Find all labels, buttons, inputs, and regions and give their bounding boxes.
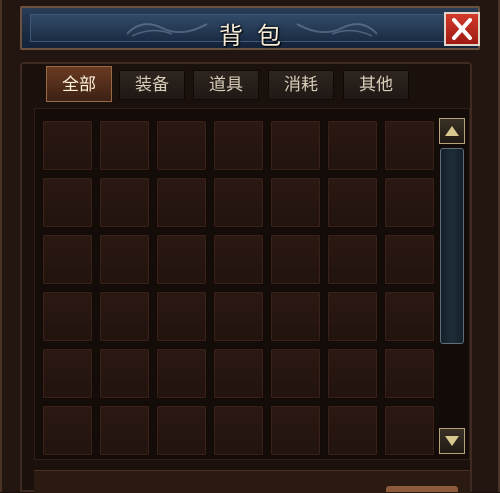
inventory-slot[interactable] [156,405,207,456]
inventory-slot[interactable] [213,291,264,342]
inventory-slot[interactable] [156,234,207,285]
inventory-slot[interactable] [42,120,93,171]
inventory-slot[interactable] [213,177,264,228]
inventory-slot[interactable] [327,234,378,285]
inventory-slot[interactable] [42,405,93,456]
inventory-slot[interactable] [270,405,321,456]
inventory-slot[interactable] [156,120,207,171]
bottom-button[interactable] [386,486,458,492]
category-tabs: 全部 装备 道具 消耗 其他 [34,66,470,102]
inventory-slot[interactable] [156,291,207,342]
close-x-icon [452,18,472,40]
inventory-slot[interactable] [42,348,93,399]
inventory-slot[interactable] [327,405,378,456]
inventory-slot[interactable] [156,348,207,399]
inventory-window: 背包 全部 装备 道具 消耗 其他 [0,0,500,493]
inventory-slot[interactable] [99,405,150,456]
inventory-slot[interactable] [327,291,378,342]
inventory-slot[interactable] [270,120,321,171]
inventory-slot[interactable] [327,120,378,171]
inventory-slot[interactable] [99,348,150,399]
close-button[interactable] [444,12,480,46]
scroll-down-button[interactable] [439,428,465,454]
inventory-slot[interactable] [384,177,435,228]
inventory-slot[interactable] [270,291,321,342]
window-title: 背包 [219,22,295,50]
tab-all[interactable]: 全部 [46,66,112,102]
inventory-slot[interactable] [213,120,264,171]
inventory-slot[interactable] [99,177,150,228]
inventory-slot[interactable] [213,348,264,399]
tab-other[interactable]: 其他 [343,70,409,100]
inventory-slot[interactable] [42,291,93,342]
inventory-slot[interactable] [270,348,321,399]
inventory-slot[interactable] [384,120,435,171]
inventory-slot[interactable] [42,177,93,228]
inventory-slot[interactable] [327,348,378,399]
triangle-down-icon [445,436,459,446]
inventory-slot[interactable] [270,177,321,228]
inventory-slot[interactable] [384,348,435,399]
scrollbar-thumb[interactable] [440,148,464,344]
inventory-slot[interactable] [270,234,321,285]
tab-items[interactable]: 道具 [193,70,259,100]
inventory-slot[interactable] [99,234,150,285]
inventory-slot[interactable] [213,405,264,456]
inventory-slot[interactable] [327,177,378,228]
triangle-up-icon [445,126,459,136]
inventory-slot[interactable] [99,291,150,342]
inventory-slot[interactable] [42,234,93,285]
tab-consumables[interactable]: 消耗 [268,70,334,100]
inventory-slot[interactable] [156,177,207,228]
inventory-slot[interactable] [384,234,435,285]
title-bar[interactable]: 背包 [20,6,480,50]
tab-equipment[interactable]: 装备 [119,70,185,100]
inventory-slot[interactable] [99,120,150,171]
scroll-up-button[interactable] [439,118,465,144]
inventory-slot[interactable] [213,234,264,285]
inventory-slot[interactable] [384,291,435,342]
inventory-slot[interactable] [384,405,435,456]
